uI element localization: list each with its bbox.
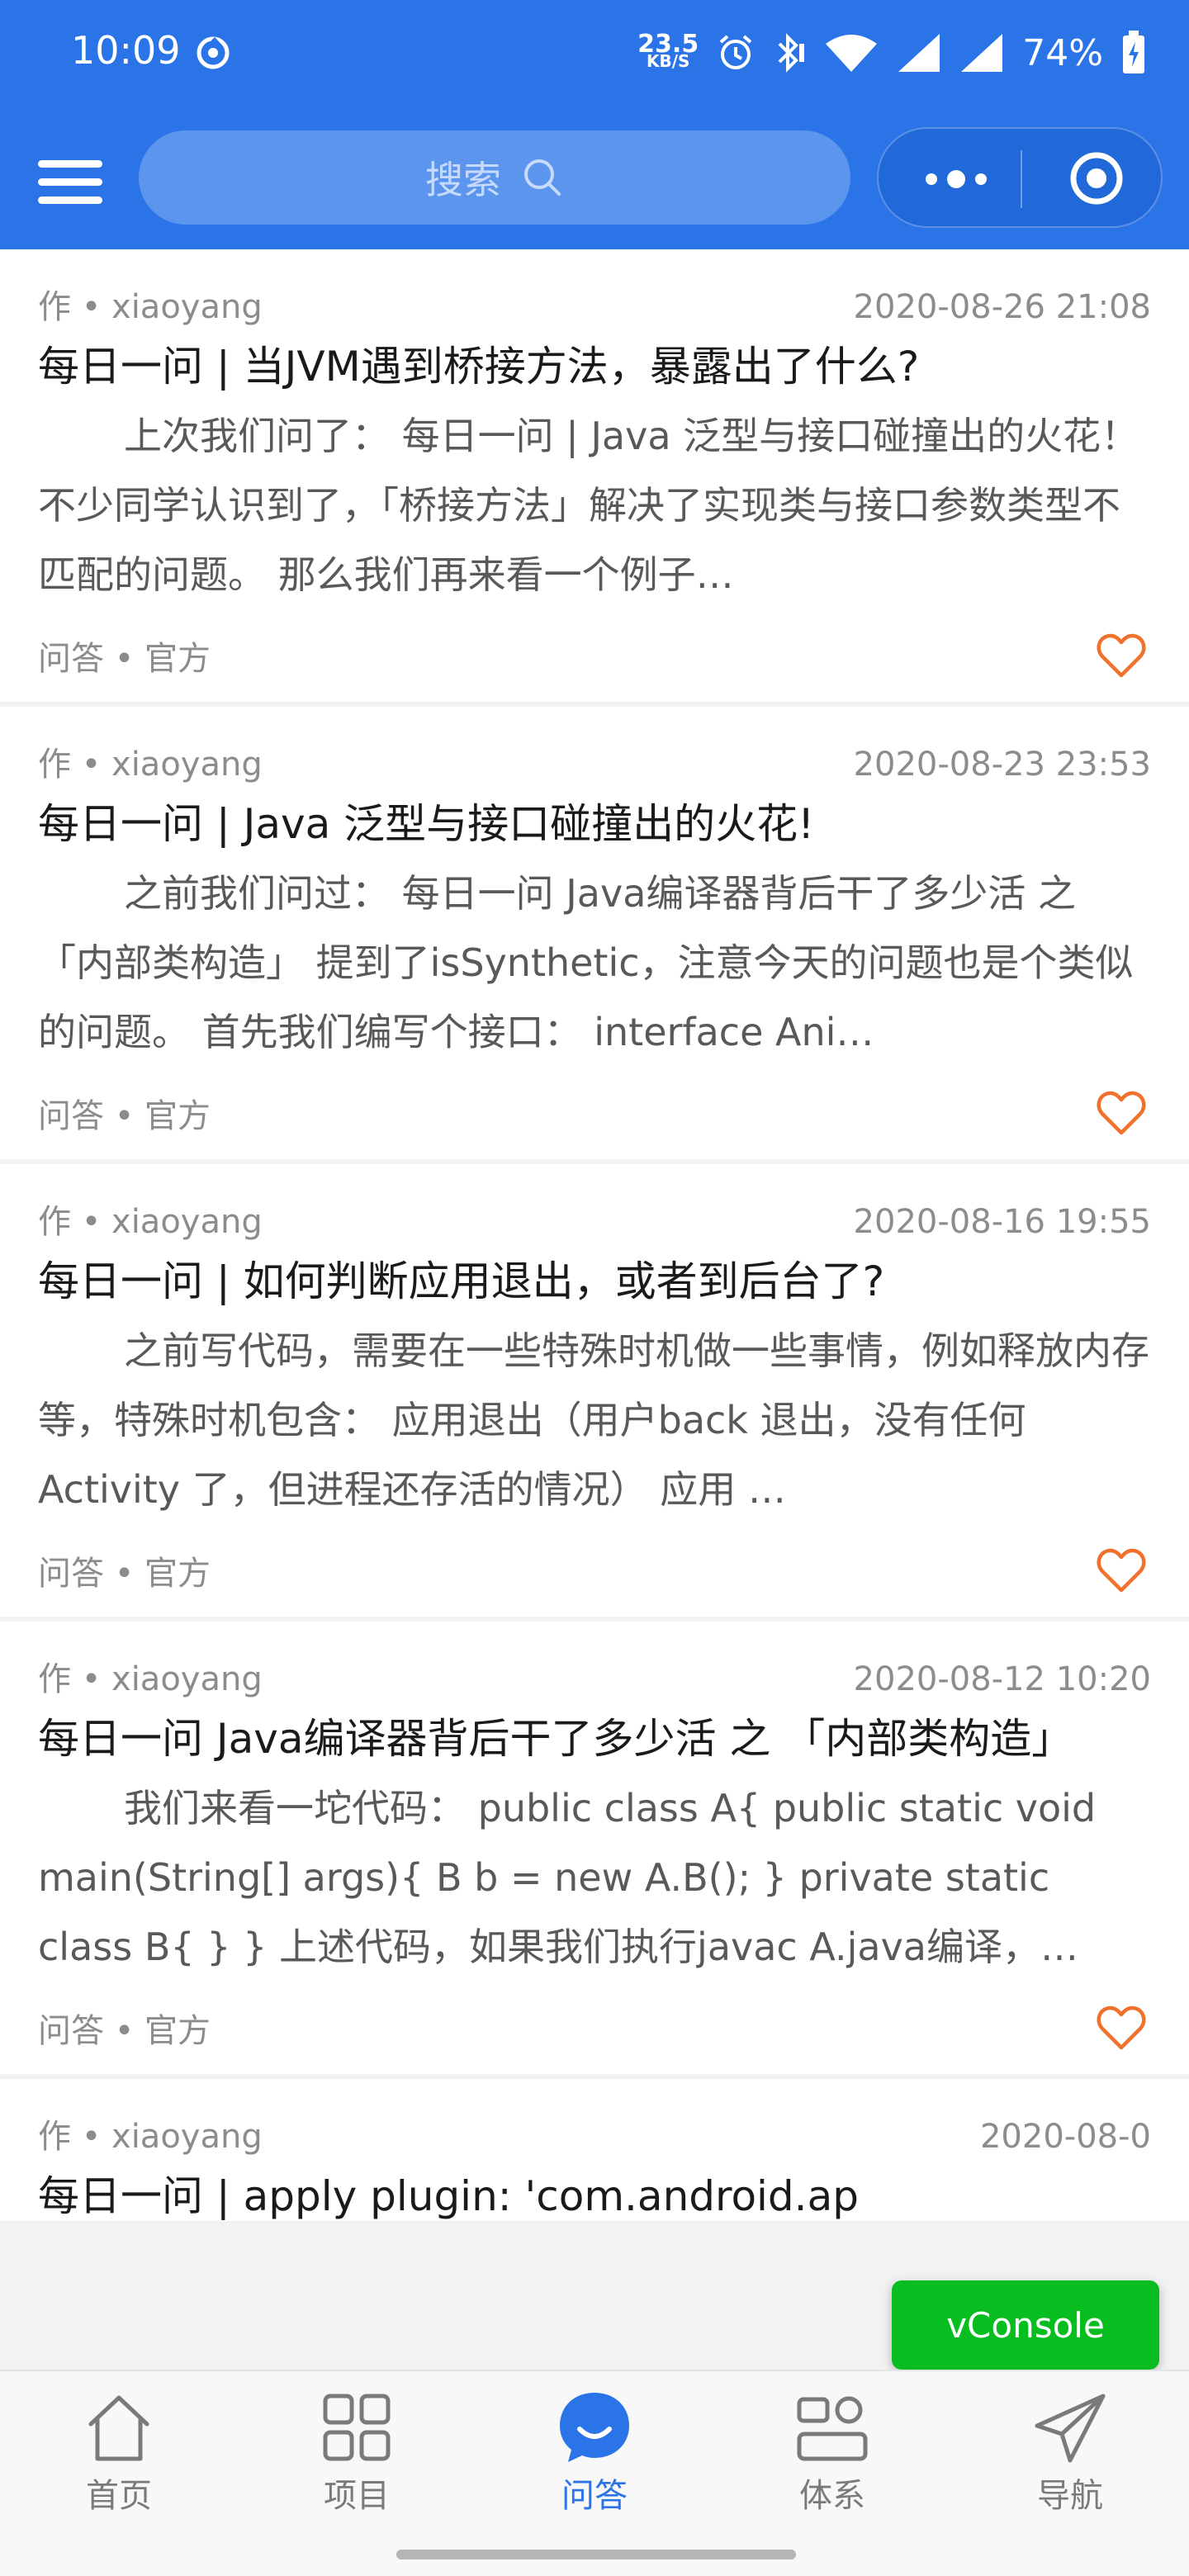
signal-icon-2 (961, 34, 1003, 72)
signal-icon (898, 34, 940, 72)
menu-line (38, 178, 102, 186)
article-date: 2020-08-26 21:08 (853, 288, 1151, 326)
system-icon (797, 2396, 868, 2461)
article-card[interactable]: 作 • xiaoyang 2020-08-23 23:53 每日一问 | Jav… (0, 707, 1189, 1159)
miniprogram-capsule (877, 127, 1163, 228)
battery-percent: 74% (1022, 31, 1103, 74)
article-date: 2020-08-12 10:20 (853, 1660, 1151, 1698)
article-card[interactable]: 作 • xiaoyang 2020-08-16 19:55 每日一问 | 如何判… (0, 1164, 1189, 1617)
article-title[interactable]: 每日一问 | 当JVM遇到桥接方法，暴露出了什么? (38, 342, 1151, 391)
article-author: 作 • xiaoyang (38, 288, 263, 326)
article-author: 作 • xiaoyang (38, 1203, 263, 1241)
article-date: 2020-08-16 19:55 (853, 1203, 1151, 1241)
search-placeholder: 搜索 (425, 158, 501, 202)
status-icons: 23.5 KB/S 74% (637, 23, 1146, 83)
close-target-icon[interactable] (1067, 149, 1126, 208)
article-date: 2020-08-0 (979, 2118, 1151, 2156)
home-icon (88, 2395, 149, 2461)
article-title[interactable]: 每日一问 | Java 泛型与接口碰撞出的火花! (38, 799, 1151, 849)
status-time: 10:09 (71, 28, 181, 73)
article-tags: 问答 • 官方 (38, 1555, 211, 1593)
nfc-icon (197, 36, 230, 69)
article-author: 作 • xiaoyang (38, 1660, 263, 1698)
heart-icon[interactable] (1097, 1090, 1146, 1136)
article-card[interactable]: 作 • xiaoyang 2020-08-12 10:20 每日一问 Java编… (0, 1622, 1189, 2074)
menu-button[interactable] (33, 149, 107, 215)
article-title[interactable]: 每日一问 Java编译器背后干了多少活 之 「内部类构造」 (38, 1714, 1151, 1764)
article-tags: 问答 • 官方 (38, 640, 211, 678)
tab-label: 问答 (561, 2477, 628, 2515)
heart-icon[interactable] (1097, 632, 1146, 679)
article-footer: 问答 • 官方 (38, 1067, 1151, 1159)
tab-projects[interactable]: 项目 (238, 2371, 476, 2535)
tab-label: 项目 (324, 2477, 390, 2515)
vconsole-button[interactable]: vConsole (892, 2280, 1159, 2370)
menu-line (38, 160, 102, 168)
search-bar[interactable]: 搜索 (139, 130, 850, 225)
battery-icon (1123, 31, 1144, 73)
dot (947, 170, 965, 188)
alarm-icon (719, 35, 752, 69)
search-icon (524, 159, 561, 196)
tab-label: 首页 (86, 2477, 152, 2515)
article-tags: 问答 • 官方 (38, 1097, 211, 1135)
gesture-area (0, 2535, 1189, 2576)
article-meta: 作 • xiaoyang 2020-08-26 21:08 (38, 284, 1151, 330)
article-meta: 作 • xiaoyang 2020-08-16 19:55 (38, 1199, 1151, 1245)
net-speed: 23.5 KB/S (637, 30, 699, 71)
tab-label: 导航 (1037, 2477, 1103, 2515)
chat-bubble-icon (560, 2393, 629, 2462)
article-card[interactable]: 作 • xiaoyang 2020-08-0 每日一问 | apply plug… (0, 2079, 1189, 2221)
tab-qa[interactable]: 问答 (476, 2371, 713, 2535)
bottom-tab-bar: 首页 项目 问答 体系 导航 (0, 2370, 1189, 2535)
article-card[interactable]: 作 • xiaoyang 2020-08-26 21:08 每日一问 | 当JV… (0, 249, 1189, 702)
grid-icon (323, 2394, 391, 2461)
bluetooth-icon (778, 33, 805, 73)
tab-navigation[interactable]: 导航 (951, 2371, 1189, 2535)
article-excerpt: 之前我们问过： 每日一问 Java编译器背后干了多少活 之 「内部类构造」 提到… (38, 871, 1134, 1054)
tab-label: 体系 (799, 2477, 865, 2515)
article-excerpt: 我们来看一坨代码： public class A{ public static … (38, 1786, 1097, 1969)
tab-home[interactable]: 首页 (0, 2371, 238, 2535)
article-author: 作 • xiaoyang (38, 2118, 263, 2156)
article-meta: 作 • xiaoyang 2020-08-0 (38, 2114, 1151, 2160)
heart-icon[interactable] (1097, 1547, 1146, 1593)
heart-icon[interactable] (1097, 2005, 1146, 2051)
article-list: 作 • xiaoyang 2020-08-26 21:08 每日一问 | 当JV… (0, 249, 1189, 2370)
home-indicator[interactable] (396, 2550, 796, 2559)
wifi-icon (826, 35, 878, 72)
capsule-divider (1021, 150, 1022, 208)
menu-line (38, 197, 102, 204)
article-excerpt: 上次我们问了： 每日一问 | Java 泛型与接口碰撞出的火花！ 不少同学认识到… (38, 414, 1139, 597)
article-tags: 问答 • 官方 (38, 2012, 211, 2050)
more-button[interactable] (915, 157, 997, 201)
article-footer: 问答 • 官方 (38, 1524, 1151, 1617)
app-header: 搜索 (0, 116, 1189, 249)
article-meta: 作 • xiaoyang 2020-08-23 23:53 (38, 741, 1151, 788)
article-title[interactable]: 每日一问 | 如何判断应用退出，或者到后台了? (38, 1257, 1151, 1306)
article-meta: 作 • xiaoyang 2020-08-12 10:20 (38, 1656, 1151, 1702)
article-footer: 问答 • 官方 (38, 609, 1151, 702)
article-date: 2020-08-23 23:53 (853, 746, 1151, 784)
status-bar: 10:09 23.5 KB/S 74% (0, 0, 1189, 116)
article-excerpt: 之前写代码，需要在一些特殊时机做一些事情，例如释放内存等，特殊时机包含： 应用退… (38, 1328, 1149, 1512)
dot (926, 173, 937, 185)
article-footer: 问答 • 官方 (38, 1982, 1151, 2074)
paper-plane-icon (1035, 2394, 1106, 2463)
dot (975, 173, 987, 185)
article-author: 作 • xiaoyang (38, 746, 263, 784)
article-title[interactable]: 每日一问 | apply plugin: 'com.android.ap (38, 2171, 1151, 2221)
tab-system[interactable]: 体系 (713, 2371, 951, 2535)
